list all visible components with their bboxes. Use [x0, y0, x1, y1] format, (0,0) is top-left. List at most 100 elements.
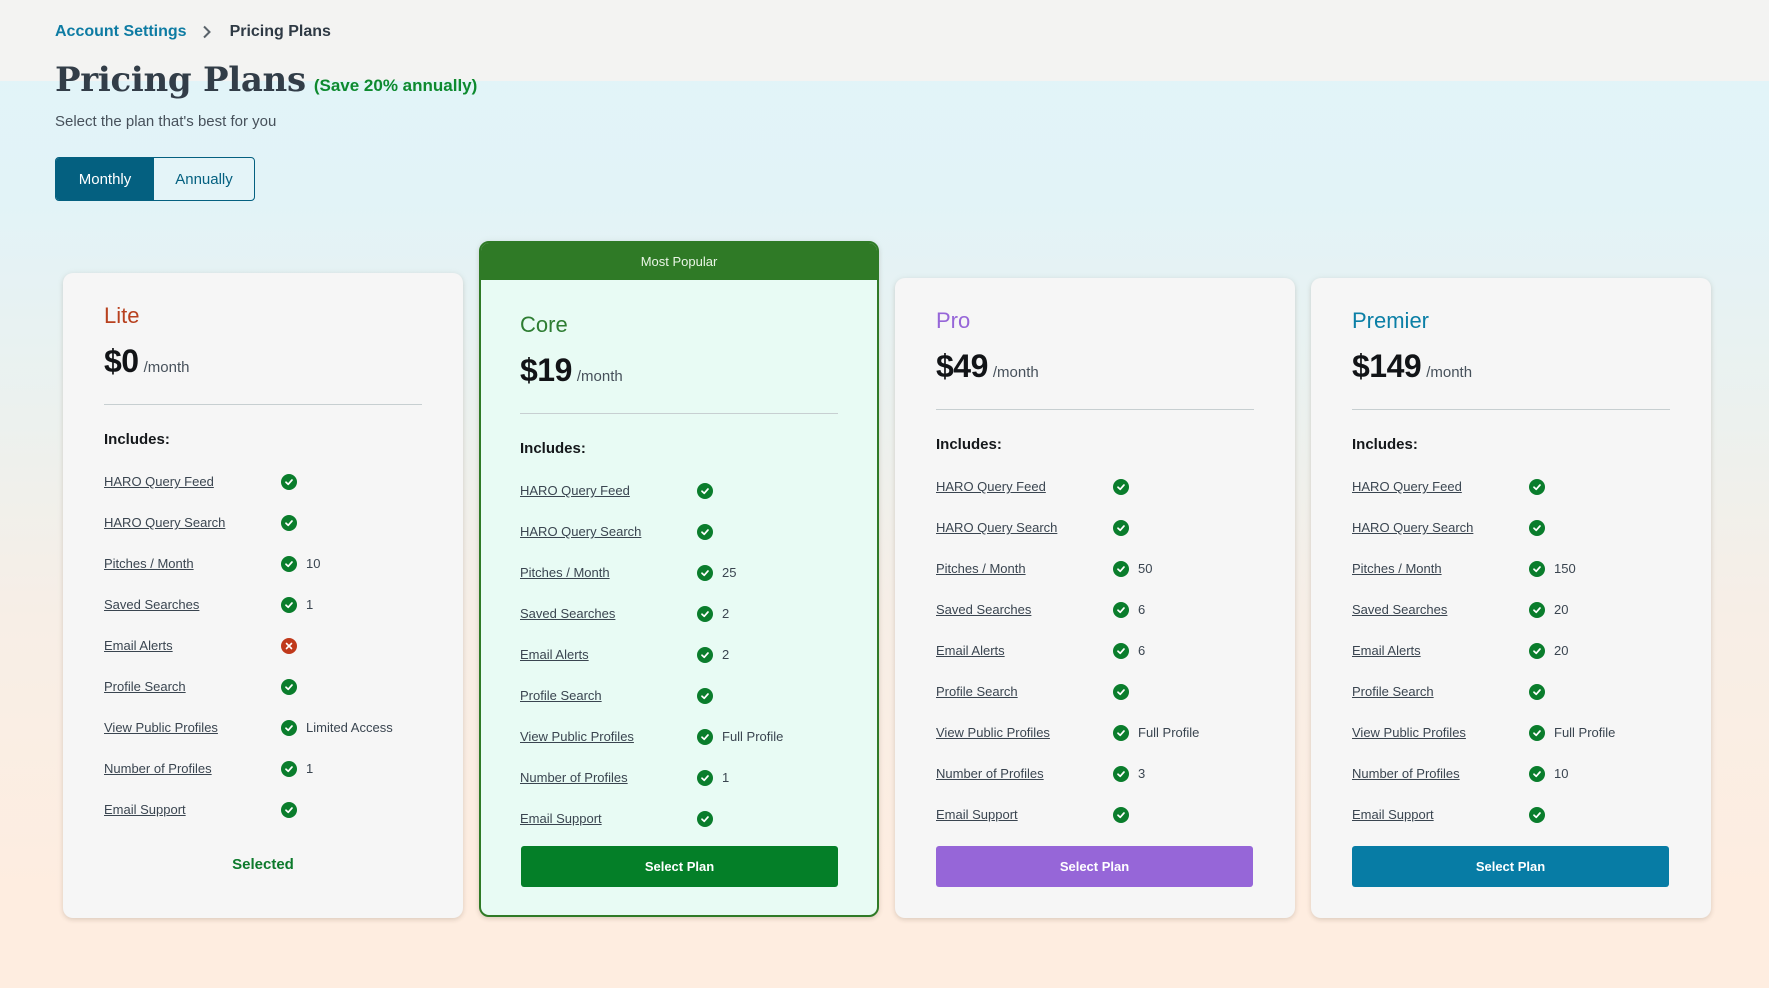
- feature-label-link[interactable]: Email Support: [936, 807, 1113, 822]
- feature-row: Saved Searches 20: [1352, 589, 1670, 630]
- check-circle-icon: [1529, 765, 1545, 782]
- feature-label-link[interactable]: View Public Profiles: [1352, 725, 1529, 740]
- feature-row: Profile Search: [936, 671, 1254, 712]
- feature-value: Full Profile: [1138, 725, 1200, 740]
- feature-label-link[interactable]: Pitches / Month: [1352, 561, 1529, 576]
- feature-label-link[interactable]: Pitches / Month: [936, 561, 1113, 576]
- feature-label-link[interactable]: Pitches / Month: [104, 556, 281, 571]
- feature-label-link[interactable]: Email Support: [520, 811, 697, 826]
- feature-label-link[interactable]: Email Alerts: [1352, 643, 1529, 658]
- check-circle-icon: [1529, 724, 1545, 741]
- plan-card-premier: Premier $149 /month Includes: HARO Query…: [1311, 278, 1711, 918]
- feature-label-link[interactable]: Pitches / Month: [520, 565, 697, 580]
- feature-value: Full Profile: [1554, 725, 1616, 740]
- plan-card-core: Most Popular Core $19 /month Includes: H…: [479, 241, 879, 917]
- select-plan-button-premier[interactable]: Select Plan: [1352, 846, 1669, 887]
- feature-label-link[interactable]: Number of Profiles: [1352, 766, 1529, 781]
- feature-row: Email Alerts 20: [1352, 630, 1670, 671]
- feature-label-link[interactable]: Profile Search: [1352, 684, 1529, 699]
- check-circle-icon: [1529, 560, 1545, 577]
- feature-label-link[interactable]: HARO Query Search: [936, 520, 1113, 535]
- feature-label-link[interactable]: Number of Profiles: [520, 770, 697, 785]
- plan-name: Lite: [104, 303, 140, 328]
- feature-label-link[interactable]: Number of Profiles: [104, 761, 281, 776]
- plan-price: $19: [520, 352, 572, 388]
- divider: [936, 409, 1254, 410]
- feature-label-link[interactable]: Saved Searches: [1352, 602, 1529, 617]
- check-circle-icon: [1113, 519, 1129, 536]
- feature-label-link[interactable]: Email Alerts: [936, 643, 1113, 658]
- check-circle-icon: [1113, 806, 1129, 823]
- feature-label-link[interactable]: HARO Query Feed: [520, 483, 697, 498]
- plan-period: /month: [143, 359, 190, 376]
- feature-row: HARO Query Feed: [520, 470, 838, 511]
- plan-name: Premier: [1352, 308, 1430, 333]
- feature-label-link[interactable]: Profile Search: [104, 679, 281, 694]
- plan-period: /month: [992, 364, 1039, 381]
- selected-status: Selected: [232, 856, 294, 873]
- feature-label-link[interactable]: Email Support: [104, 802, 281, 817]
- check-circle-icon: [281, 801, 297, 818]
- feature-row: Number of Profiles 3: [936, 753, 1254, 794]
- feature-label-link[interactable]: Number of Profiles: [936, 766, 1113, 781]
- breadcrumb-current: Pricing Plans: [229, 23, 331, 40]
- check-circle-icon: [697, 687, 713, 704]
- feature-row: Email Alerts 2: [520, 634, 838, 675]
- billing-monthly-option[interactable]: Monthly: [56, 158, 154, 200]
- includes-heading: Includes:: [520, 440, 586, 457]
- feature-row: HARO Query Search: [520, 511, 838, 552]
- feature-label-link[interactable]: View Public Profiles: [520, 729, 697, 744]
- feature-label-link[interactable]: Email Alerts: [520, 647, 697, 662]
- includes-heading: Includes:: [1352, 436, 1418, 453]
- feature-row: Pitches / Month 10: [104, 543, 422, 584]
- feature-value: Full Profile: [722, 729, 784, 744]
- feature-label-link[interactable]: HARO Query Feed: [104, 474, 281, 489]
- feature-label-link[interactable]: Saved Searches: [936, 602, 1113, 617]
- feature-label-link[interactable]: HARO Query Search: [520, 524, 697, 539]
- feature-label-link[interactable]: HARO Query Search: [1352, 520, 1529, 535]
- plan-price: $149: [1352, 348, 1422, 384]
- select-plan-button-core[interactable]: Select Plan: [521, 846, 838, 887]
- divider: [1352, 409, 1670, 410]
- includes-heading: Includes:: [104, 431, 170, 448]
- feature-label-link[interactable]: HARO Query Feed: [936, 479, 1113, 494]
- feature-row: HARO Query Search: [104, 502, 422, 543]
- breadcrumb-account-settings-link[interactable]: Account Settings: [55, 23, 187, 41]
- page-title: Pricing Plans: [55, 60, 306, 100]
- feature-label-link[interactable]: Saved Searches: [520, 606, 697, 621]
- feature-label-link[interactable]: Saved Searches: [104, 597, 281, 612]
- feature-label-link[interactable]: Email Support: [1352, 807, 1529, 822]
- check-circle-icon: [281, 719, 297, 736]
- includes-heading: Includes:: [936, 436, 1002, 453]
- plan-card-lite: Lite $0 /month Includes: HARO Query Feed…: [63, 273, 463, 918]
- feature-value: 2: [722, 606, 730, 621]
- feature-value: 1: [306, 761, 314, 776]
- check-circle-icon: [1529, 642, 1545, 659]
- feature-row: Email Support: [104, 789, 422, 830]
- price-row: $19 /month: [520, 352, 838, 389]
- feature-row: Profile Search: [1352, 671, 1670, 712]
- feature-label-link[interactable]: Profile Search: [520, 688, 697, 703]
- feature-label-link[interactable]: View Public Profiles: [104, 720, 281, 735]
- select-plan-button-pro[interactable]: Select Plan: [936, 846, 1253, 887]
- check-circle-icon: [697, 482, 713, 499]
- page-title-row: Pricing Plans (Save 20% annually): [55, 60, 477, 100]
- billing-annually-option[interactable]: Annually: [154, 158, 254, 200]
- feature-label-link[interactable]: View Public Profiles: [936, 725, 1113, 740]
- feature-value: 50: [1138, 561, 1153, 576]
- feature-row: Saved Searches 6: [936, 589, 1254, 630]
- feature-row: Email Support: [936, 794, 1254, 835]
- feature-list: HARO Query Feed HARO Query Search Pitches …: [1352, 466, 1670, 835]
- feature-row: Email Support: [1352, 794, 1670, 835]
- check-circle-icon: [1113, 478, 1129, 495]
- feature-label-link[interactable]: HARO Query Search: [104, 515, 281, 530]
- page-subtitle: Select the plan that's best for you: [55, 113, 277, 130]
- feature-label-link[interactable]: Profile Search: [936, 684, 1113, 699]
- feature-row: HARO Query Feed: [104, 461, 422, 502]
- feature-label-link[interactable]: HARO Query Feed: [1352, 479, 1529, 494]
- feature-label-link[interactable]: Email Alerts: [104, 638, 281, 653]
- check-circle-icon: [697, 810, 713, 827]
- feature-row: HARO Query Feed: [1352, 466, 1670, 507]
- feature-row: Number of Profiles 10: [1352, 753, 1670, 794]
- check-circle-icon: [1529, 478, 1545, 495]
